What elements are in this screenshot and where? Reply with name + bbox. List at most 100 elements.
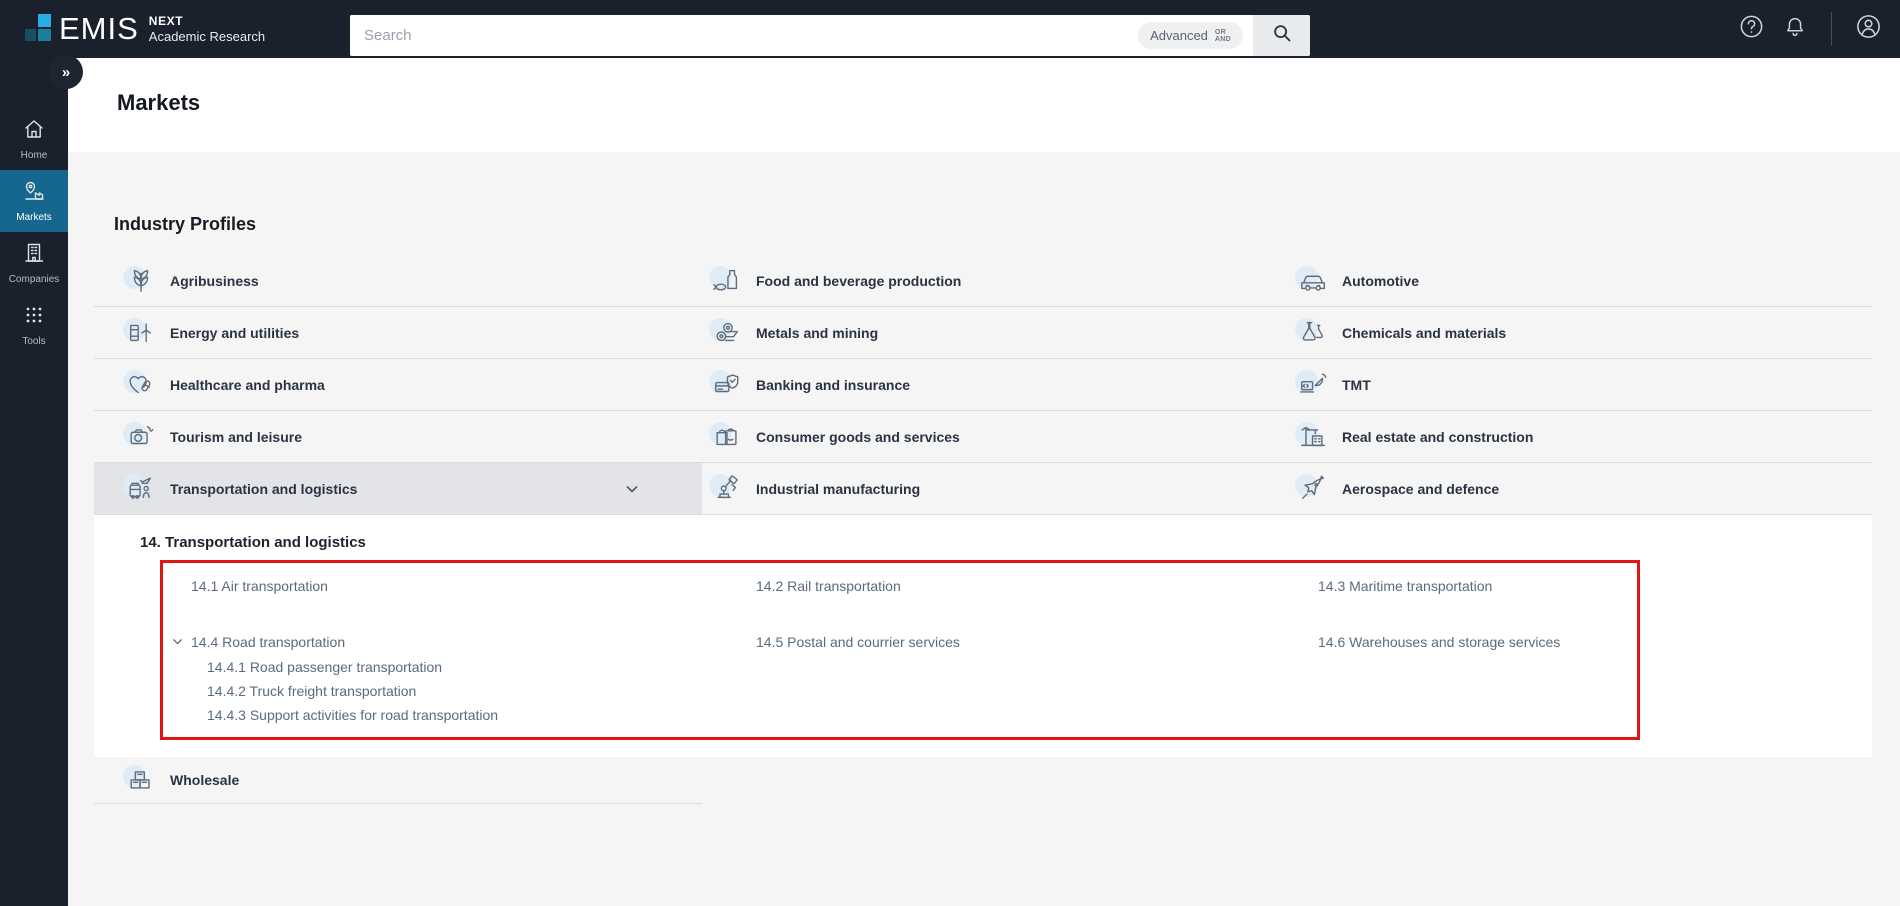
topbar-divider [1831, 12, 1832, 46]
sidebar-item-label: Markets [16, 212, 52, 223]
industry-label: Energy and utilities [170, 324, 300, 341]
shopping-bags-icon [709, 421, 744, 453]
advanced-search-button[interactable]: Advanced OR AND [1138, 22, 1243, 49]
industry-industrial-manufacturing[interactable]: Industrial manufacturing [702, 463, 1286, 515]
fighter-jet-icon [1295, 473, 1330, 505]
emis-logo[interactable]: EMIS NEXT Academic Research [25, 11, 265, 47]
search-bar: Advanced OR AND [350, 15, 1310, 56]
page-title: Markets [117, 90, 201, 115]
flasks-icon [1295, 317, 1330, 349]
markets-icon [22, 179, 46, 208]
industry-label: Consumer goods and services [756, 428, 960, 445]
double-chevron-right-icon: » [61, 63, 71, 81]
logo-brand: EMIS [59, 11, 139, 46]
sidebar-item-tools[interactable]: Tools [0, 294, 68, 356]
link-air-transportation[interactable]: 14.1 Air transportation [191, 575, 756, 597]
search-input[interactable] [350, 15, 1139, 56]
bell-icon [1782, 14, 1808, 45]
crane-building-icon [1295, 421, 1330, 453]
link-maritime-transportation[interactable]: 14.3 Maritime transportation [1318, 575, 1637, 597]
laptop-satellite-icon [1295, 369, 1330, 401]
industry-label: Banking and insurance [756, 376, 911, 393]
robot-arm-icon [709, 473, 744, 505]
user-account-icon [1854, 12, 1883, 46]
help-icon [1738, 13, 1765, 45]
industry-chemicals-and-materials[interactable]: Chemicals and materials [1286, 307, 1872, 359]
markets-content: Industry Profiles Agribusiness Food and … [68, 152, 1900, 906]
top-bar: EMIS NEXT Academic Research Advanced OR … [0, 0, 1900, 58]
sidebar-item-label: Home [20, 150, 48, 161]
wheat-icon [123, 265, 158, 297]
industry-healthcare-and-pharma[interactable]: Healthcare and pharma [94, 359, 702, 411]
chevron-down-icon [171, 635, 184, 648]
industry-tmt[interactable]: TMT [1286, 359, 1872, 411]
link-support-activities-road-transportation[interactable]: 14.4.3 Support activities for road trans… [207, 703, 756, 727]
expanded-section-heading: 14. Transportation and logistics [140, 534, 366, 551]
sidebar-item-markets[interactable]: Markets [0, 170, 68, 232]
logo-product: NEXT [148, 14, 184, 28]
section-title: Industry Profiles [114, 214, 257, 234]
road-transportation-children: 14.4.1 Road passenger transportation 14.… [207, 655, 756, 727]
link-road-transportation[interactable]: 14.4 Road transportation [191, 634, 345, 650]
search-submit-button[interactable] [1253, 15, 1310, 56]
link-road-passenger-transportation[interactable]: 14.4.1 Road passenger transportation [207, 655, 756, 679]
emis-markets-page: EMIS NEXT Academic Research Advanced OR … [0, 0, 1900, 906]
sidebar-item-label: Tools [22, 336, 46, 347]
home-icon [22, 117, 46, 146]
search-icon [1271, 22, 1293, 49]
industry-label: TMT [1342, 376, 1371, 393]
help-button[interactable] [1737, 15, 1765, 43]
page-header: Markets [68, 58, 1900, 152]
industry-automotive[interactable]: Automotive [1286, 255, 1872, 307]
emis-logo-squares-icon [25, 11, 52, 47]
industry-label: Aerospace and defence [1342, 480, 1500, 497]
industry-label: Agribusiness [170, 272, 259, 289]
industry-food-and-beverage[interactable]: Food and beverage production [702, 255, 1286, 307]
sidebar-item-companies[interactable]: Companies [0, 232, 68, 294]
metal-rolls-icon [709, 317, 744, 349]
industry-label: Real estate and construction [1342, 428, 1534, 445]
industry-profiles-grid: Agribusiness Food and beverage productio… [94, 255, 1872, 515]
companies-icon [22, 241, 46, 270]
account-button[interactable] [1854, 15, 1882, 43]
sidebar-item-label: Companies [8, 274, 60, 285]
industry-aerospace-and-defence[interactable]: Aerospace and defence [1286, 463, 1872, 515]
heart-pill-icon [123, 369, 158, 401]
industry-label: Tourism and leisure [170, 428, 302, 445]
industry-real-estate-and-construction[interactable]: Real estate and construction [1286, 411, 1872, 463]
industry-consumer-goods-and-services[interactable]: Consumer goods and services [702, 411, 1286, 463]
industry-label: Industrial manufacturing [756, 480, 921, 497]
chevron-down-icon [624, 481, 640, 497]
barrel-turbine-icon [123, 317, 158, 349]
industry-label: Transportation and logistics [170, 480, 358, 497]
industry-label: Food and beverage production [756, 272, 962, 289]
industry-label: Healthcare and pharma [170, 376, 325, 393]
industry-agribusiness[interactable]: Agribusiness [94, 255, 702, 307]
sidebar-item-home[interactable]: Home [0, 108, 68, 170]
industry-metals-and-mining[interactable]: Metals and mining [702, 307, 1286, 359]
industry-label: Metals and mining [756, 324, 879, 341]
camera-icon [123, 421, 158, 453]
industry-banking-and-insurance[interactable]: Banking and insurance [702, 359, 1286, 411]
industry-transportation-and-logistics[interactable]: Transportation and logistics [94, 463, 702, 515]
industry-label: Chemicals and materials [1342, 324, 1507, 341]
tools-icon [22, 303, 46, 332]
link-warehouses-and-storage-services[interactable]: 14.6 Warehouses and storage services [1318, 631, 1637, 727]
sidebar-expand-button[interactable]: » [51, 57, 81, 87]
industry-label: Automotive [1342, 272, 1419, 289]
logo-suite: Academic Research [148, 29, 266, 44]
industry-energy-and-utilities[interactable]: Energy and utilities [94, 307, 702, 359]
advanced-label: Advanced [1150, 28, 1208, 43]
industry-wholesale[interactable]: Wholesale [94, 757, 702, 804]
industry-tourism-and-leisure[interactable]: Tourism and leisure [94, 411, 702, 463]
link-truck-freight-transportation[interactable]: 14.4.2 Truck freight transportation [207, 679, 756, 703]
sub-industry-row: 14.4 Road transportation 14.4.1 Road pas… [173, 631, 1637, 727]
sub-industry-row: 14.1 Air transportation 14.2 Rail transp… [191, 575, 1637, 597]
link-postal-and-courrier-services[interactable]: 14.5 Postal and courrier services [756, 631, 1318, 727]
link-rail-transportation[interactable]: 14.2 Rail transportation [756, 575, 1318, 597]
bus-plane-icon [123, 473, 158, 505]
card-shield-icon [709, 369, 744, 401]
sidebar-nav: Home Markets Companies Tools [0, 0, 68, 906]
notifications-button[interactable] [1781, 15, 1809, 43]
annotation-red-box: 14.1 Air transportation 14.2 Rail transp… [160, 560, 1640, 740]
